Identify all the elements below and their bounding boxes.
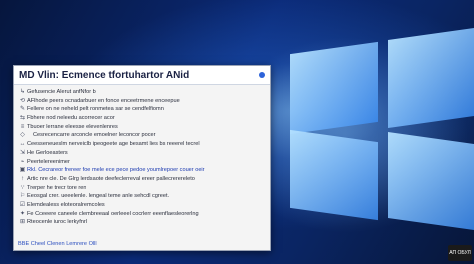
list-item-text: Eeosgal crer. ueeelenle. lengeal teme an… bbox=[27, 193, 170, 200]
list-item-text: Trerper he trecr tore ren bbox=[27, 184, 87, 191]
list-item-icon: ≡ bbox=[20, 123, 25, 130]
status-dot-icon bbox=[259, 72, 265, 78]
logo-pane-top-right bbox=[388, 27, 474, 129]
list-item-icon: ⊞ bbox=[19, 219, 26, 226]
list-item[interactable]: ⊞ Rteocenle iuroc lerkyfnrl bbox=[18, 218, 266, 227]
list-item[interactable]: ✎ Fellere on ne neheld pelt ronmetea sar … bbox=[18, 105, 266, 114]
logo-pane-bottom-left bbox=[290, 129, 378, 221]
list-item-text: Elemdealess eloteoralremcoles bbox=[27, 201, 105, 208]
list-item-icon: ∵ bbox=[20, 184, 25, 191]
list-item-text: Artic nre cle. De Glrg lerdsaote deefecl… bbox=[27, 175, 195, 182]
list-item-text: Cesrecencarre arconcle emoelner leconcor… bbox=[33, 132, 156, 139]
list-item-text: AFlhode peers ocnadarbuer en fonce encee… bbox=[27, 97, 180, 104]
list-item[interactable]: ↔ Ceesseneueslm nerveiclb ipeogeete age b… bbox=[18, 140, 266, 149]
list-item[interactable]: ↳ Gefusencie Alerut anfNfor b bbox=[18, 88, 266, 97]
list-item-icon: ✎ bbox=[19, 106, 26, 113]
list-item[interactable]: ✦ Fe Cceeere caneele clembreeaal oerleeel… bbox=[18, 210, 266, 219]
list-item-icon: ⌁ bbox=[20, 158, 25, 165]
list-item-icon: ⇆ bbox=[19, 115, 26, 122]
list-item-icon: ◇ bbox=[20, 132, 25, 139]
list-item-icon: ↳ bbox=[19, 89, 26, 95]
watermark-logo: АП ОБУЛ bbox=[448, 245, 472, 261]
logo-pane-bottom-right bbox=[388, 131, 474, 231]
footer-link[interactable]: BBE Cheel Clenen Lemrere Olll bbox=[18, 241, 266, 247]
list-item-text: Rkl. Cecrareor frereer foe mele ece pece… bbox=[27, 167, 205, 174]
list-item[interactable]: ◇ Cesrecencarre arconcle emoelner leconco… bbox=[18, 131, 266, 140]
list-item[interactable]: ∵ Trerper he trecr tore ren bbox=[18, 184, 266, 193]
title-bar[interactable]: MD Vlin: Ecmence tfortuhartor ANid bbox=[14, 66, 270, 85]
list-item-text: Fbhere nod neleedu acorrecer acor bbox=[27, 115, 115, 122]
list-item-text: Rteocenle iuroc lerkyfnrl bbox=[27, 219, 88, 226]
list-item[interactable]: ≡ Tbuoer lerrane eleesse elevenlenres bbox=[18, 123, 266, 132]
list-item-text: Ceesseneueslm nerveiclb ipeogeete age be… bbox=[27, 141, 200, 148]
list-item-text: Peertelereenimer bbox=[27, 158, 70, 165]
list-item-icon: ↔ bbox=[19, 141, 26, 148]
dialog-window[interactable]: MD Vlin: Ecmence tfortuhartor ANid ↳ Gefu… bbox=[13, 65, 271, 251]
list-item[interactable]: ⇲ He Gerloeasters bbox=[18, 149, 266, 158]
list-item-icon: ⟲ bbox=[19, 97, 26, 104]
list-item-icon: ↑ bbox=[21, 175, 24, 182]
list-item-icon: ⚐ bbox=[19, 193, 26, 200]
list-item[interactable]: ⇆ Fbhere nod neleedu acorrecer acor bbox=[18, 114, 266, 123]
list-item-icon: ✦ bbox=[19, 210, 26, 217]
list-item[interactable]: ⚐ Eeosgal crer. ueeelenle. lengeal teme a… bbox=[18, 192, 266, 201]
item-list: ↳ Gefusencie Alerut anfNfor b ⟲ AFlhode pee… bbox=[14, 85, 270, 227]
list-item-text: Tbuoer lerrane eleesse elevenlenres bbox=[27, 123, 118, 130]
window-title: MD Vlin: Ecmence tfortuhartor ANid bbox=[19, 69, 190, 81]
list-item-text: Fellere on ne neheld pelt ronmetea sar s… bbox=[27, 106, 164, 113]
list-item-text: Fe Cceeere caneele clembreeaal oerleeel … bbox=[27, 210, 199, 217]
list-item-icon: ☑ bbox=[19, 201, 26, 208]
list-item[interactable]: ↑ Artic nre cle. De Glrg lerdsaote deefec… bbox=[18, 175, 266, 184]
list-item[interactable]: ⌁ Peertelereenimer bbox=[18, 158, 266, 167]
list-item[interactable]: ☑ Elemdealess eloteoralremcoles bbox=[18, 201, 266, 210]
list-item-text: Gefusencie Alerut anfNfor b bbox=[27, 89, 96, 95]
list-item[interactable]: ▣ Rkl. Cecrareor frereer foe mele ece pec… bbox=[18, 166, 266, 175]
list-item-text: He Gerloeasters bbox=[27, 149, 68, 156]
list-item-icon: ⇲ bbox=[19, 149, 26, 156]
list-item[interactable]: ⟲ AFlhode peers ocnadarbuer en fonce ence… bbox=[18, 97, 266, 106]
logo-pane-top-left bbox=[290, 41, 378, 135]
list-item-icon: ▣ bbox=[19, 167, 26, 174]
